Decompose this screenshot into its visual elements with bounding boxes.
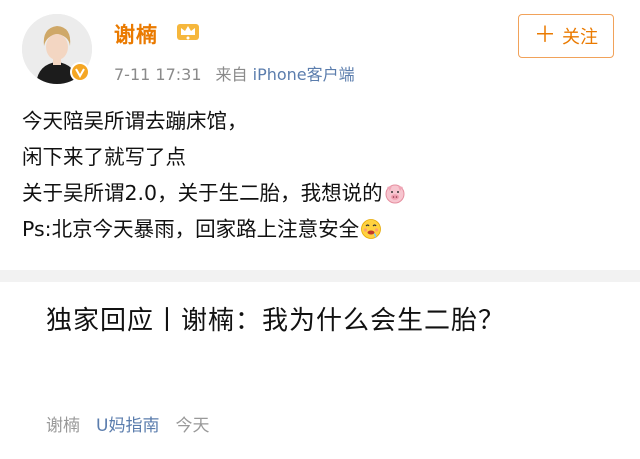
post-meta: 7-11 17:31 来自 iPhone客户端 xyxy=(114,61,355,85)
pig-face-emoji xyxy=(385,184,405,204)
post-line: 今天陪吴所谓去蹦床馆， xyxy=(22,109,248,133)
section-divider xyxy=(0,270,640,282)
author-name[interactable]: 谢楠 xyxy=(114,19,158,49)
follow-button[interactable]: ＋ 关注 xyxy=(518,14,614,58)
post-line: 关于吴所谓2.0，关于生二胎，我想说的 xyxy=(22,175,406,211)
article-time: 今天 xyxy=(175,416,210,436)
article-channel[interactable]: U妈指南 xyxy=(96,416,159,436)
article-card[interactable]: 独家回应丨谢楠：我为什么会生二胎？ 谢楠 U妈指南 今天 xyxy=(0,282,640,459)
plus-icon: ＋ xyxy=(533,23,556,48)
post-line: Ps:北京今天暴雨，回家路上注意安全 xyxy=(22,211,406,247)
article-title[interactable]: 独家回应丨谢楠：我为什么会生二胎？ xyxy=(46,300,586,342)
source-prefix: 来自 xyxy=(215,65,248,84)
post-content: 今天陪吴所谓去蹦床馆， 闲下来了就写了点 关于吴所谓2.0，关于生二胎，我想说的… xyxy=(22,103,406,247)
article-author: 谢楠 xyxy=(46,416,80,436)
post-source[interactable]: iPhone客户端 xyxy=(253,65,355,84)
drooling-face-emoji xyxy=(361,219,381,239)
post-time: 7-11 17:31 xyxy=(114,65,202,84)
verified-badge-icon xyxy=(70,62,90,82)
post-line: 闲下来了就写了点 xyxy=(22,145,186,169)
weibo-post: 谢楠 7-11 17:31 来自 iPhone客户端 ＋ 关注 今天陪吴所谓去蹦床… xyxy=(0,0,640,270)
crown-icon xyxy=(177,24,199,40)
follow-label: 关注 xyxy=(562,27,598,48)
article-meta: 谢楠 U妈指南 今天 xyxy=(46,411,209,436)
